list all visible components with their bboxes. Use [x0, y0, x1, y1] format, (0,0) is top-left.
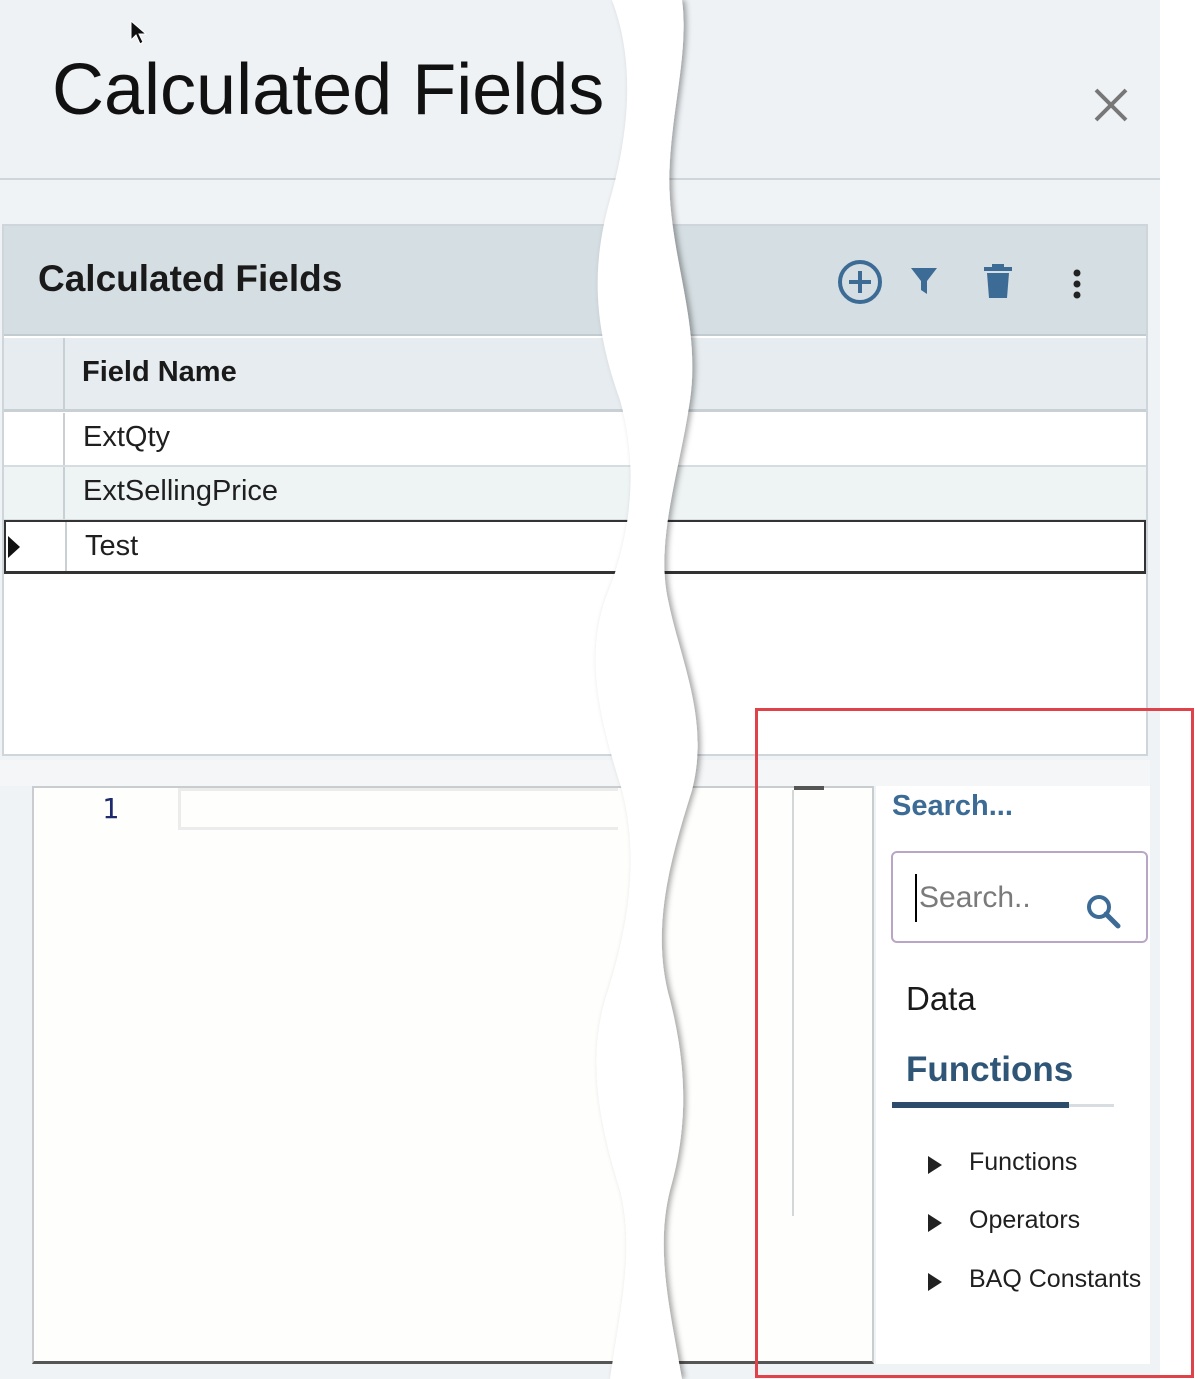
add-circle-icon — [838, 260, 882, 304]
row-selector-header — [4, 338, 65, 412]
highlight-annotation-box — [755, 708, 1194, 1378]
row-selector[interactable] — [4, 413, 65, 465]
trash-icon — [984, 264, 1012, 298]
close-button[interactable] — [1088, 84, 1132, 128]
filter-icon — [911, 268, 937, 294]
more-options-button[interactable] — [1066, 266, 1088, 302]
row-selector[interactable] — [4, 467, 65, 519]
field-name-cell[interactable]: Test — [85, 530, 138, 563]
row-selector[interactable] — [6, 522, 67, 571]
panel-title: Calculated Fields — [38, 258, 343, 299]
field-name-cell[interactable]: ExtQty — [83, 421, 170, 454]
more-vertical-icon — [1073, 269, 1081, 299]
close-icon — [1094, 88, 1128, 122]
dialog-title: Calculated Fields — [52, 50, 605, 130]
filter-button[interactable] — [908, 264, 940, 298]
delete-button[interactable] — [982, 262, 1014, 300]
current-row-indicator-icon — [8, 536, 20, 558]
column-header-field-name[interactable]: Field Name — [82, 356, 237, 389]
mouse-pointer-icon — [130, 20, 148, 45]
line-number: 1 — [102, 792, 119, 825]
field-name-cell[interactable]: ExtSellingPrice — [83, 475, 278, 508]
add-button[interactable] — [836, 258, 884, 306]
torn-page-break — [595, 0, 698, 1379]
code-line[interactable] — [178, 788, 618, 830]
